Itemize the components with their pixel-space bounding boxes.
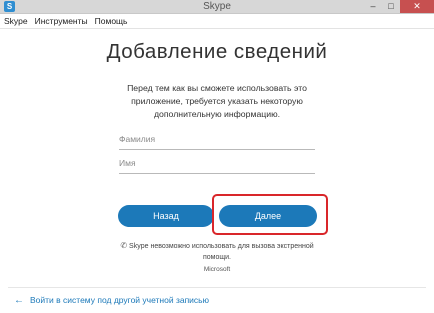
emergency-notice-text: Skype невозможно использовать для вызова… <box>129 243 314 261</box>
maximize-icon[interactable]: □ <box>382 0 400 13</box>
window-controls: – □ ✕ <box>364 0 434 13</box>
footer-divider <box>8 287 426 288</box>
highlight-frame <box>212 194 328 235</box>
close-icon[interactable]: ✕ <box>400 0 434 13</box>
last-name-input[interactable] <box>119 129 315 150</box>
back-button[interactable]: Назад <box>118 205 214 227</box>
microsoft-brand: Microsoft <box>203 266 231 273</box>
menu-item-skype[interactable]: Skype <box>0 14 31 28</box>
minimize-icon[interactable]: – <box>364 0 382 13</box>
first-name-input[interactable] <box>119 153 315 174</box>
arrow-left-icon: ← <box>14 295 24 306</box>
menu-item-tools[interactable]: Инструменты <box>31 14 91 28</box>
description-text: Перед тем как вы сможете использовать эт… <box>127 83 307 119</box>
menu-bar: Skype Инструменты Помощь <box>0 14 434 29</box>
title-bar: S Skype – □ ✕ <box>0 0 434 14</box>
emergency-notice: ✆ Skype невозможно использовать для вызов… <box>118 240 316 263</box>
signin-other-account-link[interactable]: ← Войти в систему под другой учетной запи… <box>14 293 209 308</box>
phone-crossed-icon: ✆ <box>120 241 128 250</box>
menu-item-help[interactable]: Помощь <box>91 14 131 28</box>
signin-other-label: Войти в систему под другой учетной запис… <box>30 295 209 305</box>
page-title: Добавление сведений <box>106 40 328 63</box>
